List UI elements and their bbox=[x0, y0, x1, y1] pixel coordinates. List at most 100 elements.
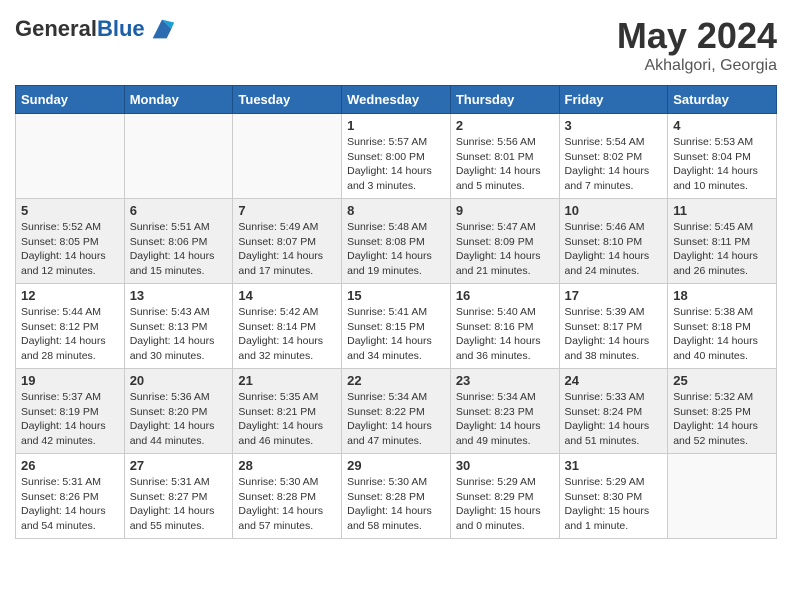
calendar-week-row: 1Sunrise: 5:57 AMSunset: 8:00 PMDaylight… bbox=[16, 114, 777, 199]
calendar-cell: 4 Sunrise: 5:53 AMSunset: 8:04 PMDaylight… bbox=[668, 114, 777, 199]
logo-blue-text: Blue bbox=[97, 16, 145, 41]
calendar-cell bbox=[668, 454, 777, 539]
calendar-cell: 13 Sunrise: 5:43 AMSunset: 8:13 PMDayligh… bbox=[124, 284, 233, 369]
calendar-cell: 29 Sunrise: 5:30 AMSunset: 8:28 PMDayligh… bbox=[342, 454, 451, 539]
day-number: 15 bbox=[347, 288, 445, 303]
calendar-cell: 23 Sunrise: 5:34 AMSunset: 8:23 PMDayligh… bbox=[450, 369, 559, 454]
day-number: 11 bbox=[673, 203, 771, 218]
calendar-cell bbox=[233, 114, 342, 199]
day-number: 28 bbox=[238, 458, 336, 473]
calendar-cell: 27Sunrise: 5:31 AMSunset: 8:27 PMDayligh… bbox=[124, 454, 233, 539]
calendar-cell: 2Sunrise: 5:56 AMSunset: 8:01 PMDaylight… bbox=[450, 114, 559, 199]
day-info: Sunrise: 5:34 AMSunset: 8:22 PMDaylight:… bbox=[347, 390, 445, 449]
calendar-cell bbox=[124, 114, 233, 199]
day-number: 6 bbox=[130, 203, 228, 218]
day-info: Sunrise: 5:38 AMSunset: 8:18 PMDaylight:… bbox=[673, 305, 771, 364]
calendar-week-row: 19Sunrise: 5:37 AMSunset: 8:19 PMDayligh… bbox=[16, 369, 777, 454]
calendar-cell bbox=[16, 114, 125, 199]
calendar-cell: 17 Sunrise: 5:39 AMSunset: 8:17 PMDayligh… bbox=[559, 284, 668, 369]
day-number: 13 bbox=[130, 288, 228, 303]
calendar-cell: 26 Sunrise: 5:31 AMSunset: 8:26 PMDayligh… bbox=[16, 454, 125, 539]
day-number: 7 bbox=[238, 203, 336, 218]
location-title: Akhalgori, Georgia bbox=[617, 57, 777, 75]
day-number: 30 bbox=[456, 458, 554, 473]
calendar-cell: 20 Sunrise: 5:36 AMSunset: 8:20 PMDayligh… bbox=[124, 369, 233, 454]
day-number: 17 bbox=[565, 288, 663, 303]
calendar-cell: 1Sunrise: 5:57 AMSunset: 8:00 PMDaylight… bbox=[342, 114, 451, 199]
calendar-table: SundayMondayTuesdayWednesdayThursdayFrid… bbox=[15, 85, 777, 539]
weekday-header: Friday bbox=[559, 86, 668, 114]
day-number: 22 bbox=[347, 373, 445, 388]
logo-general-text: General bbox=[15, 16, 97, 41]
calendar-cell: 18Sunrise: 5:38 AMSunset: 8:18 PMDayligh… bbox=[668, 284, 777, 369]
day-number: 14 bbox=[238, 288, 336, 303]
weekday-header: Sunday bbox=[16, 86, 125, 114]
day-number: 9 bbox=[456, 203, 554, 218]
calendar-cell: 3Sunrise: 5:54 AMSunset: 8:02 PMDaylight… bbox=[559, 114, 668, 199]
weekday-header: Tuesday bbox=[233, 86, 342, 114]
day-info: Sunrise: 5:34 AMSunset: 8:23 PMDaylight:… bbox=[456, 390, 554, 449]
weekday-header: Monday bbox=[124, 86, 233, 114]
day-info: Sunrise: 5:49 AMSunset: 8:07 PMDaylight:… bbox=[238, 220, 336, 279]
calendar-cell: 6 Sunrise: 5:51 AMSunset: 8:06 PMDaylight… bbox=[124, 199, 233, 284]
calendar-cell: 10Sunrise: 5:46 AMSunset: 8:10 PMDayligh… bbox=[559, 199, 668, 284]
calendar-cell: 15 Sunrise: 5:41 AMSunset: 8:15 PMDayligh… bbox=[342, 284, 451, 369]
day-info: Sunrise: 5:30 AMSunset: 8:28 PMDaylight:… bbox=[238, 475, 336, 534]
day-info: Sunrise: 5:39 AMSunset: 8:17 PMDaylight:… bbox=[565, 305, 663, 364]
day-number: 31 bbox=[565, 458, 663, 473]
calendar-cell: 24 Sunrise: 5:33 AMSunset: 8:24 PMDayligh… bbox=[559, 369, 668, 454]
month-title: May 2024 bbox=[617, 15, 777, 57]
day-info: Sunrise: 5:36 AMSunset: 8:20 PMDaylight:… bbox=[130, 390, 228, 449]
day-number: 12 bbox=[21, 288, 119, 303]
calendar-cell: 9 Sunrise: 5:47 AMSunset: 8:09 PMDaylight… bbox=[450, 199, 559, 284]
title-block: May 2024 Akhalgori, Georgia bbox=[617, 15, 777, 75]
day-number: 24 bbox=[565, 373, 663, 388]
day-info: Sunrise: 5:52 AMSunset: 8:05 PMDaylight:… bbox=[21, 220, 119, 279]
calendar-cell: 14 Sunrise: 5:42 AMSunset: 8:14 PMDayligh… bbox=[233, 284, 342, 369]
day-number: 29 bbox=[347, 458, 445, 473]
day-number: 21 bbox=[238, 373, 336, 388]
day-info: Sunrise: 5:43 AMSunset: 8:13 PMDaylight:… bbox=[130, 305, 228, 364]
calendar-cell: 31 Sunrise: 5:29 AMSunset: 8:30 PMDayligh… bbox=[559, 454, 668, 539]
calendar-week-row: 12 Sunrise: 5:44 AMSunset: 8:12 PMDayligh… bbox=[16, 284, 777, 369]
day-info: Sunrise: 5:41 AMSunset: 8:15 PMDaylight:… bbox=[347, 305, 445, 364]
calendar-cell: 5 Sunrise: 5:52 AMSunset: 8:05 PMDaylight… bbox=[16, 199, 125, 284]
day-info: Sunrise: 5:42 AMSunset: 8:14 PMDaylight:… bbox=[238, 305, 336, 364]
calendar-cell: 12 Sunrise: 5:44 AMSunset: 8:12 PMDayligh… bbox=[16, 284, 125, 369]
day-info: Sunrise: 5:32 AMSunset: 8:25 PMDaylight:… bbox=[673, 390, 771, 449]
calendar-cell: 30 Sunrise: 5:29 AMSunset: 8:29 PMDayligh… bbox=[450, 454, 559, 539]
logo: GeneralBlue bbox=[15, 15, 176, 43]
day-info: Sunrise: 5:30 AMSunset: 8:28 PMDaylight:… bbox=[347, 475, 445, 534]
day-number: 26 bbox=[21, 458, 119, 473]
day-info: Sunrise: 5:53 AMSunset: 8:04 PMDaylight:… bbox=[673, 135, 771, 194]
day-number: 19 bbox=[21, 373, 119, 388]
day-info: Sunrise: 5:31 AMSunset: 8:26 PMDaylight:… bbox=[21, 475, 119, 534]
day-info: Sunrise: 5:31 AMSunset: 8:27 PMDaylight:… bbox=[130, 475, 228, 534]
day-info: Sunrise: 5:51 AMSunset: 8:06 PMDaylight:… bbox=[130, 220, 228, 279]
day-info: Sunrise: 5:35 AMSunset: 8:21 PMDaylight:… bbox=[238, 390, 336, 449]
day-number: 8 bbox=[347, 203, 445, 218]
page-header: GeneralBlue May 2024 Akhalgori, Georgia bbox=[15, 15, 777, 75]
day-number: 5 bbox=[21, 203, 119, 218]
day-info: Sunrise: 5:47 AMSunset: 8:09 PMDaylight:… bbox=[456, 220, 554, 279]
day-number: 20 bbox=[130, 373, 228, 388]
day-info: Sunrise: 5:29 AMSunset: 8:29 PMDaylight:… bbox=[456, 475, 554, 534]
calendar-cell: 16Sunrise: 5:40 AMSunset: 8:16 PMDayligh… bbox=[450, 284, 559, 369]
weekday-header: Wednesday bbox=[342, 86, 451, 114]
day-number: 16 bbox=[456, 288, 554, 303]
day-info: Sunrise: 5:56 AMSunset: 8:01 PMDaylight:… bbox=[456, 135, 554, 194]
day-info: Sunrise: 5:33 AMSunset: 8:24 PMDaylight:… bbox=[565, 390, 663, 449]
calendar-cell: 19Sunrise: 5:37 AMSunset: 8:19 PMDayligh… bbox=[16, 369, 125, 454]
logo-icon bbox=[148, 15, 176, 43]
day-info: Sunrise: 5:29 AMSunset: 8:30 PMDaylight:… bbox=[565, 475, 663, 534]
day-info: Sunrise: 5:44 AMSunset: 8:12 PMDaylight:… bbox=[21, 305, 119, 364]
day-info: Sunrise: 5:45 AMSunset: 8:11 PMDaylight:… bbox=[673, 220, 771, 279]
weekday-header-row: SundayMondayTuesdayWednesdayThursdayFrid… bbox=[16, 86, 777, 114]
day-number: 23 bbox=[456, 373, 554, 388]
calendar-cell: 11 Sunrise: 5:45 AMSunset: 8:11 PMDayligh… bbox=[668, 199, 777, 284]
calendar-week-row: 5 Sunrise: 5:52 AMSunset: 8:05 PMDaylight… bbox=[16, 199, 777, 284]
weekday-header: Thursday bbox=[450, 86, 559, 114]
day-number: 4 bbox=[673, 118, 771, 133]
day-number: 10 bbox=[565, 203, 663, 218]
day-number: 1 bbox=[347, 118, 445, 133]
